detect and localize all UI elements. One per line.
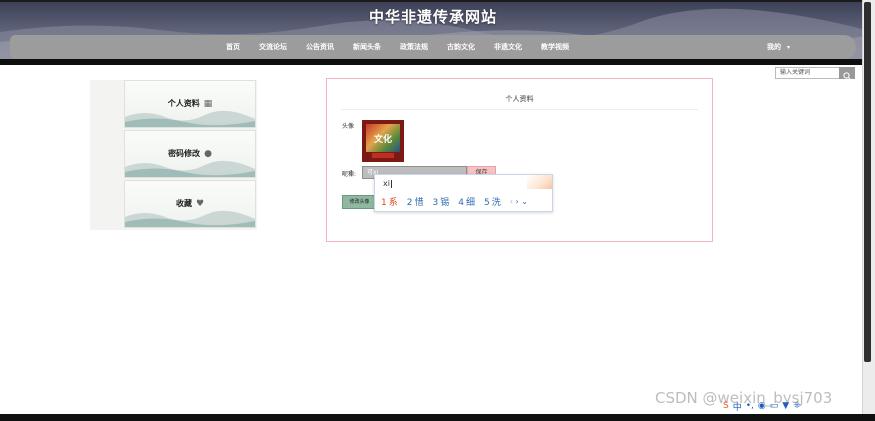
ime-skin-decoration [527, 175, 552, 189]
user-menu-label: 我的 [767, 43, 781, 51]
ime-candidate-window: xi 1系 2惜 3锡 4细 5洗 ‹ › ⌄ [374, 174, 553, 212]
punctuation-toggle[interactable]: •, [746, 401, 754, 411]
ime-caret [390, 179, 392, 188]
keyboard-icon[interactable]: ▭ [770, 401, 779, 411]
change-avatar-button[interactable]: 修改头像 [342, 195, 377, 209]
sogou-logo-icon[interactable]: S [723, 401, 729, 411]
nav-item-announcements[interactable]: 公告资讯 [306, 42, 334, 52]
site-title: 中华非遗传承网站 [368, 8, 497, 26]
sidebar-item-label: 个人资料 [167, 99, 200, 108]
nav-item-videos[interactable]: 教学视频 [541, 42, 569, 52]
ime-next-page-icon[interactable]: › [516, 197, 519, 206]
ime-candidate[interactable]: 4细 [458, 195, 475, 208]
ime-composition: xi [383, 179, 392, 188]
shirt-icon[interactable]: ▼ [782, 401, 789, 411]
sidebar-item-password[interactable]: 密码修改 ● [124, 130, 256, 178]
main-nav: 首页 交流论坛 公告资讯 新闻头条 政策法规 古韵文化 非遗文化 教学视频 我的… [10, 35, 856, 59]
nav-item-heritage-culture[interactable]: 非遗文化 [494, 42, 522, 52]
heart-icon: ♥ [195, 198, 205, 209]
ime-candidate[interactable]: 5洗 [484, 195, 501, 208]
bottom-edge [0, 414, 875, 421]
text-cursor-icon: I [350, 169, 353, 178]
panel-title: 个人资料 [505, 95, 534, 103]
sidebar-item-label: 收藏 [175, 199, 192, 208]
mic-icon[interactable]: ◉ [758, 401, 766, 411]
avatar-label: 头像 [342, 123, 355, 130]
ime-expand-icon[interactable]: ⌄ [521, 197, 528, 206]
profile-sidebar: 个人资料 ▦ 密码修改 ● 收藏 ♥ [90, 80, 257, 230]
nav-item-forum[interactable]: 交流论坛 [259, 42, 287, 52]
nav-item-policies[interactable]: 政策法规 [400, 42, 428, 52]
ime-candidate[interactable]: 2惜 [407, 195, 424, 208]
avatar-caption: 文化 [373, 135, 392, 145]
chevron-down-icon: ▾ [787, 43, 791, 51]
nav-item-headlines[interactable]: 新闻头条 [353, 42, 381, 52]
ime-mode-toggle[interactable]: 中 [733, 400, 742, 413]
sidebar-item-label: 密码修改 [168, 149, 201, 158]
grid-icon[interactable]: ⁜ [793, 401, 801, 411]
ime-prev-page-icon[interactable]: ‹ [510, 197, 513, 206]
nav-item-ancient-culture[interactable]: 古韵文化 [447, 42, 475, 52]
user-menu[interactable]: 我的 ▾ [767, 35, 790, 59]
divider [341, 109, 698, 110]
user-group-icon: ▦ [203, 98, 213, 109]
user-icon: ● [204, 148, 212, 159]
ime-candidate[interactable]: 1系 [381, 195, 398, 208]
search-input[interactable]: 输入关键词 [775, 67, 843, 79]
site-header: 中华非遗传承网站 首页 交流论坛 公告资讯 新闻头条 政策法规 古韵文化 非遗文… [0, 2, 866, 64]
sidebar-item-profile[interactable]: 个人资料 ▦ [124, 80, 256, 128]
ime-candidate[interactable]: 3锡 [433, 195, 450, 208]
search-button[interactable] [839, 67, 855, 80]
ime-composition-text: xi [383, 179, 390, 188]
profile-panel: 个人资料 头像 文化 昵称: I 可xi 保存 修改头像 [326, 78, 713, 242]
search-icon [843, 72, 851, 80]
header-shadow-band [0, 59, 866, 65]
ime-toolbar: S 中 •, ◉ ▭ ▼ ⁜ [723, 398, 861, 414]
avatar-seal [372, 153, 394, 158]
nav-item-home[interactable]: 首页 [226, 42, 240, 52]
sidebar-item-favorites[interactable]: 收藏 ♥ [124, 180, 256, 228]
avatar-image: 文化 [362, 120, 404, 162]
scrollbar-thumb[interactable] [864, 2, 871, 362]
